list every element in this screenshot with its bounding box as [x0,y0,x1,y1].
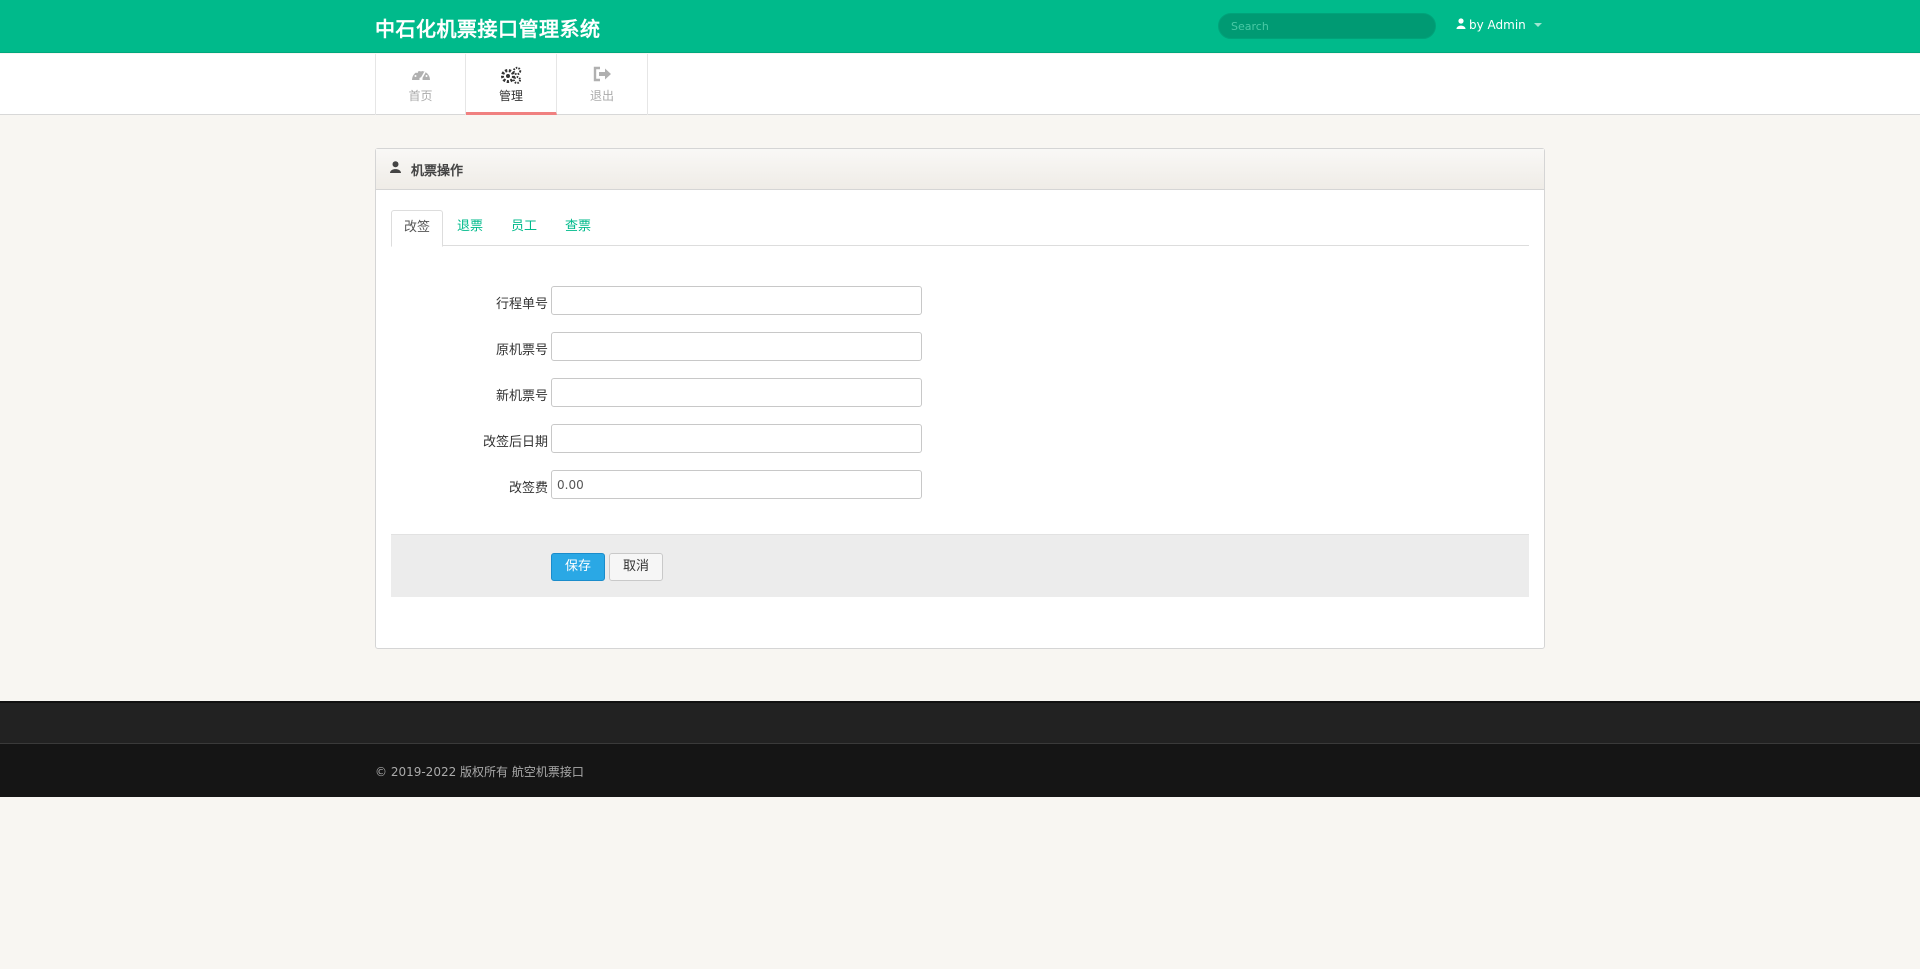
dashboard-icon [376,66,465,84]
nav-item-label: 退出 [589,89,614,103]
footer-bar [0,701,1920,744]
original-ticket-field[interactable] [551,332,922,361]
panel-title: 机票操作 [411,163,464,179]
tab-staff[interactable]: 员工 [499,210,549,246]
original-ticket-label: 原机票号 [495,343,548,358]
user-icon [390,161,401,177]
nav-item-manage[interactable]: 管理 [466,54,557,115]
nav-item-home[interactable]: 首页 [375,54,466,115]
change-fee-field[interactable] [551,470,922,499]
user-menu[interactable]: by Admin [1456,18,1542,32]
panel-header: 机票操作 [376,149,1544,190]
change-fee-label: 改签费 [508,481,548,496]
footer: © 2019-2022 版权所有 航空机票接口 [0,744,1920,797]
user-icon [1456,18,1466,32]
form-row-new-ticket: 新机票号 [391,378,991,408]
copyright-text: © 2019-2022 版权所有 航空机票接口 [375,765,584,779]
form-row-change-fee: 改签费 [391,470,991,500]
save-button[interactable]: 保存 [551,553,605,581]
ticket-operation-panel: 机票操作 改签 退票 员工 查票 行程单号 原机票号 新机票号 改签后日期 改签… [375,148,1545,649]
itinerary-number-field[interactable] [551,286,922,315]
search-input[interactable] [1218,13,1436,39]
change-date-field[interactable] [551,424,922,453]
cancel-button[interactable]: 取消 [609,553,663,581]
tab-change[interactable]: 改签 [391,210,444,247]
sign-out-icon [557,66,647,84]
form-row-change-date: 改签后日期 [391,424,991,454]
tab-refund[interactable]: 退票 [445,210,495,246]
change-date-label: 改签后日期 [482,435,548,450]
chevron-down-icon [1533,23,1542,27]
new-ticket-label: 新机票号 [495,389,548,404]
cogs-icon [466,66,556,84]
app-title[interactable]: 中石化机票接口管理系统 [375,13,601,42]
main-nav: 首页 管理 退出 [0,54,1920,115]
nav-item-label: 首页 [408,89,433,103]
form-row-itinerary: 行程单号 [391,286,991,316]
panel-tabs: 改签 退票 员工 查票 [391,210,1529,247]
top-bar: 中石化机票接口管理系统 by Admin [0,0,1920,53]
tab-query[interactable]: 查票 [553,210,603,246]
form-actions: 保存 取消 [391,534,1529,597]
nav-item-logout[interactable]: 退出 [557,54,648,115]
user-label: by Admin [1469,18,1526,32]
itinerary-label: 行程单号 [495,297,548,312]
new-ticket-field[interactable] [551,378,922,407]
nav-item-label: 管理 [498,89,523,103]
form-row-original-ticket: 原机票号 [391,332,991,362]
